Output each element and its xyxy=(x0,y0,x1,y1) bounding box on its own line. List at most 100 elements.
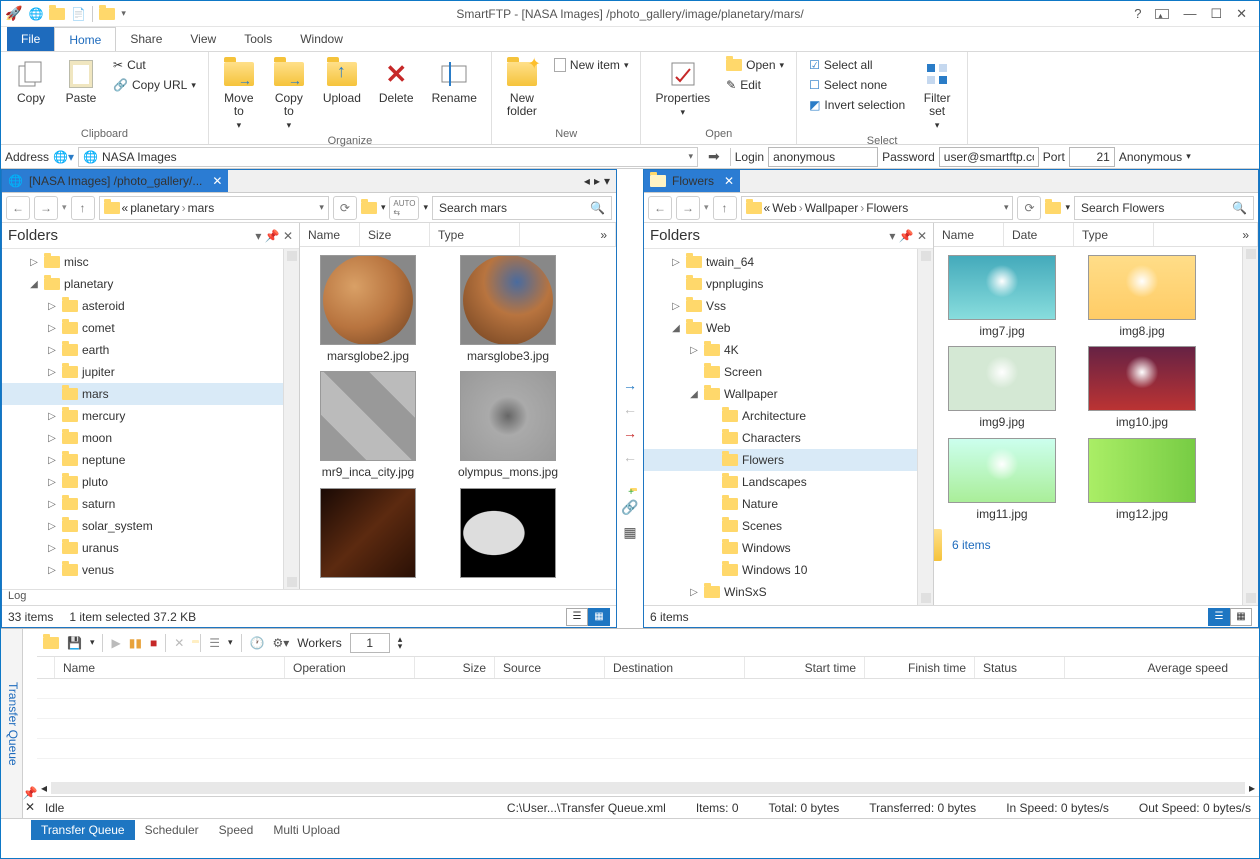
upload-button[interactable]: ↑Upload xyxy=(317,56,367,107)
tree-item[interactable]: ▷pluto xyxy=(2,471,283,493)
tree-item[interactable]: Scenes xyxy=(644,515,917,537)
layout-icon[interactable]: ▦ xyxy=(623,524,636,541)
chevron-down-icon[interactable]: ▾ xyxy=(604,174,610,188)
rename-button[interactable]: Rename xyxy=(426,56,483,107)
view-details-button[interactable]: ☰ xyxy=(566,608,588,626)
back-button[interactable]: ← xyxy=(6,196,30,220)
folder-tree[interactable]: ▷twain_64vpnplugins▷Vss◢Web▷4KScreen◢Wal… xyxy=(644,249,917,605)
tree-item[interactable]: ▷mercury xyxy=(2,405,283,427)
queue-columns[interactable]: Name Operation Size Source Destination S… xyxy=(37,657,1259,679)
folder-dropdown[interactable] xyxy=(1045,202,1061,214)
list-item[interactable]: marsglobe3.jpg xyxy=(448,255,568,363)
scroll-left-icon[interactable]: ◂ xyxy=(37,781,51,795)
tree-item[interactable]: ▷neptune xyxy=(2,449,283,471)
tree-item[interactable]: ▷solar_system xyxy=(2,515,283,537)
tree-item[interactable]: ◢planetary xyxy=(2,273,283,295)
qat-open-icon[interactable] xyxy=(99,8,115,20)
properties-button[interactable]: Properties▾ xyxy=(649,56,716,120)
tab-file[interactable]: File xyxy=(7,27,54,51)
list-item[interactable]: marsglobe2.jpg xyxy=(308,255,428,363)
tree-item[interactable]: Nature xyxy=(644,493,917,515)
tab-speed[interactable]: Speed xyxy=(209,820,264,840)
folder-dropdown[interactable] xyxy=(361,202,377,214)
tree-item[interactable]: ▷venus xyxy=(2,559,283,581)
thumbnail-grid[interactable]: marsglobe2.jpg marsglobe3.jpg mr9_inca_c… xyxy=(300,247,616,589)
tree-item[interactable]: mars xyxy=(2,383,283,405)
scroll-right-icon[interactable]: ▸ xyxy=(1245,781,1259,795)
chevron-right-icon[interactable]: ▸ xyxy=(594,174,600,188)
qat-globe-icon[interactable]: 🌐 xyxy=(28,7,43,21)
scrollbar[interactable] xyxy=(1242,247,1258,605)
clock-icon[interactable]: 🕐 xyxy=(250,636,265,650)
transfer-queue-vtab[interactable]: Transfer Queue xyxy=(1,629,23,818)
folder-summary[interactable]: 6 items xyxy=(942,529,1062,561)
tree-item[interactable]: ▷4K xyxy=(644,339,917,361)
tab-window[interactable]: Window xyxy=(286,27,357,51)
select-none-button[interactable]: ☐Select none xyxy=(805,76,909,94)
list-item[interactable]: img7.jpg xyxy=(942,255,1062,338)
anonymous-label[interactable]: Anonymous xyxy=(1119,150,1182,164)
tree-item[interactable]: Landscapes xyxy=(644,471,917,493)
qat-folder-icon[interactable] xyxy=(49,8,65,20)
login-field[interactable] xyxy=(768,147,878,167)
list-item[interactable]: mr9_inca_city.jpg xyxy=(308,371,428,479)
pause-icon[interactable]: ▮▮ xyxy=(129,636,142,650)
transfer-left-gray-icon[interactable]: ← xyxy=(623,449,637,465)
view-details-button[interactable]: ☰ xyxy=(1208,608,1230,626)
filter-set-button[interactable]: Filter set▾ xyxy=(915,56,959,133)
tree-item[interactable]: ◢Web xyxy=(644,317,917,339)
tree-item[interactable]: Characters xyxy=(644,427,917,449)
tab-scheduler[interactable]: Scheduler xyxy=(135,820,209,840)
breadcrumb[interactable]: « planetary› mars ▾ xyxy=(99,196,329,220)
tree-item[interactable]: vpnplugins xyxy=(644,273,917,295)
globe-icon[interactable]: 🌐▾ xyxy=(53,150,74,164)
scrollbar[interactable] xyxy=(917,249,933,605)
history-dropdown[interactable]: ▾ xyxy=(704,202,709,213)
tree-item[interactable]: ▷uranus xyxy=(2,537,283,559)
transfer-right-red-icon[interactable]: → xyxy=(623,425,637,441)
breadcrumb[interactable]: « Web› Wallpaper› Flowers ▾ xyxy=(741,196,1014,220)
tree-item[interactable]: ▷twain_64 xyxy=(644,251,917,273)
address-field[interactable]: 🌐NASA Images▾ xyxy=(78,147,698,167)
tree-item[interactable]: ▷misc xyxy=(2,251,283,273)
tree-item[interactable]: ▷Vss xyxy=(644,295,917,317)
close-button[interactable]: ✕ xyxy=(1236,6,1247,22)
column-headers[interactable]: Name Date Type » xyxy=(934,223,1258,247)
copy-url-button[interactable]: 🔗Copy URL▾ xyxy=(109,76,200,94)
open-button[interactable]: Open▾ xyxy=(722,56,788,74)
close-icon[interactable]: ✕ xyxy=(212,174,222,188)
remove-icon[interactable]: ✕ xyxy=(174,636,184,650)
view-thumbs-button[interactable]: ▦ xyxy=(1230,608,1252,626)
link-panes-icon[interactable]: 🔗 xyxy=(621,499,638,516)
checklist-icon[interactable]: ☰ xyxy=(209,636,220,650)
tree-item[interactable]: ▷comet xyxy=(2,317,283,339)
tree-item[interactable]: ▷moon xyxy=(2,427,283,449)
tree-item[interactable]: ◢Wallpaper xyxy=(644,383,917,405)
up-button[interactable]: ↑ xyxy=(71,196,95,220)
forward-button[interactable]: → xyxy=(34,196,58,220)
workers-field[interactable] xyxy=(350,633,390,653)
open-icon[interactable] xyxy=(43,637,59,649)
list-item[interactable]: img11.jpg xyxy=(942,438,1062,521)
move-to-button[interactable]: →Move to▾ xyxy=(217,56,261,133)
settings-icon[interactable]: ⚙▾ xyxy=(273,636,290,650)
tab-tools[interactable]: Tools xyxy=(230,27,286,51)
list-item[interactable]: img8.jpg xyxy=(1082,255,1202,338)
new-folder-button[interactable]: ✦New folder xyxy=(500,56,544,120)
transfer-left-icon[interactable]: ← xyxy=(623,401,637,417)
folder-tree[interactable]: ▷misc◢planetary▷asteroid▷comet▷earth▷jup… xyxy=(2,249,283,589)
list-item[interactable]: img12.jpg xyxy=(1082,438,1202,521)
ribbon-toggle-icon[interactable]: ▴ xyxy=(1155,9,1169,19)
edit-button[interactable]: ✎Edit xyxy=(722,76,788,94)
tab-multi-upload[interactable]: Multi Upload xyxy=(263,820,350,840)
qat-document-icon[interactable]: 📄 xyxy=(71,7,86,21)
tab-home[interactable]: Home xyxy=(54,27,116,51)
port-field[interactable] xyxy=(1069,147,1115,167)
help-icon[interactable]: ? xyxy=(1134,6,1141,21)
close-icon[interactable]: ✕ xyxy=(724,174,734,188)
paste-button[interactable]: Paste xyxy=(59,56,103,107)
pin-icon[interactable]: 📌 xyxy=(23,786,38,800)
thumbnail-grid[interactable]: img7.jpg img8.jpg img9.jpg img10.jpg img… xyxy=(934,247,1242,605)
list-item[interactable] xyxy=(448,488,568,582)
list-item[interactable]: img10.jpg xyxy=(1082,346,1202,429)
